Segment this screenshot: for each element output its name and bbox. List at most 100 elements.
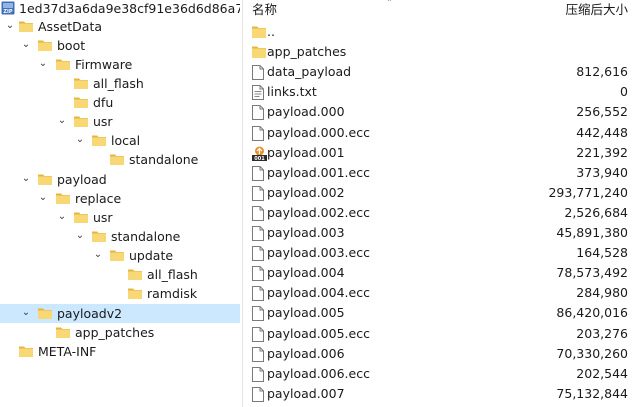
folder-icon bbox=[128, 287, 142, 299]
file-icon bbox=[252, 286, 266, 302]
file-name: payload.001 bbox=[267, 144, 345, 160]
tree-item-label: META-INF bbox=[38, 344, 97, 359]
file-row[interactable]: payload.002.ecc 2,526,684 bbox=[244, 203, 640, 223]
pane-divider[interactable] bbox=[242, 0, 243, 407]
tree-item-label: app_patches bbox=[75, 325, 155, 340]
folder-icon bbox=[74, 115, 88, 127]
tree-item-label: usr bbox=[93, 210, 113, 225]
tree-item-dfu[interactable]: dfu bbox=[0, 93, 240, 112]
file-name: payload.005 bbox=[267, 305, 345, 321]
folder-icon bbox=[74, 211, 88, 223]
tree-item-label: usr bbox=[93, 114, 113, 129]
file-icon bbox=[252, 185, 266, 201]
tree-item-app-patches[interactable]: app_patches bbox=[0, 323, 240, 342]
tree-item-meta-inf[interactable]: META-INF bbox=[0, 342, 240, 361]
file-name: payload.004.ecc bbox=[267, 285, 370, 301]
folder-icon bbox=[74, 96, 88, 108]
tree-item-update[interactable]: ⌄ update bbox=[0, 246, 240, 265]
chevron-down-icon[interactable]: ⌄ bbox=[20, 38, 32, 52]
file-icon bbox=[252, 105, 266, 121]
file-compressed-size: 256,552 bbox=[576, 104, 628, 120]
tree-item-payload[interactable]: ⌄ payload bbox=[0, 170, 240, 189]
tree-item-ramdisk[interactable]: ramdisk bbox=[0, 284, 240, 303]
file-compressed-size: 164,528 bbox=[576, 245, 628, 261]
tree-item-assetdata[interactable]: ⌄ AssetData bbox=[0, 17, 240, 36]
file-row[interactable]: payload.006 70,330,260 bbox=[244, 344, 640, 364]
file-row[interactable]: payload.004 78,573,492 bbox=[244, 263, 640, 283]
column-header-compressed-size[interactable]: 压缩后大小 bbox=[565, 0, 628, 19]
file-name: payload.004 bbox=[267, 265, 345, 281]
file-row[interactable]: payload.004.ecc 284,980 bbox=[244, 283, 640, 303]
column-header-name[interactable]: 名称 bbox=[252, 0, 277, 19]
tree-item-usr[interactable]: ⌄ usr bbox=[0, 112, 240, 131]
chevron-down-icon[interactable]: ⌄ bbox=[74, 133, 86, 147]
file-compressed-size: 0 bbox=[620, 84, 628, 100]
file-compressed-size: 2,526,684 bbox=[564, 204, 628, 220]
tree-item-all-flash[interactable]: all_flash bbox=[0, 74, 240, 93]
tree-item-usr[interactable]: ⌄ usr bbox=[0, 208, 240, 227]
file-row[interactable]: payload.003.ecc 164,528 bbox=[244, 243, 640, 263]
file-name: .. bbox=[267, 24, 275, 39]
file-compressed-size: 202,544 bbox=[576, 365, 628, 381]
folder-icon bbox=[74, 77, 88, 89]
file-name: payload.006.ecc bbox=[267, 365, 370, 381]
file-row[interactable]: payload.001.ecc 373,940 bbox=[244, 163, 640, 183]
chevron-down-icon[interactable]: ⌄ bbox=[56, 210, 68, 224]
tree-item-standalone[interactable]: standalone bbox=[0, 150, 240, 169]
file-row[interactable]: links.txt 0 bbox=[244, 82, 640, 102]
tree-item-payloadv2[interactable]: ⌄ payloadv2 bbox=[0, 304, 240, 323]
file-row[interactable]: payload.006.ecc 202,544 bbox=[244, 364, 640, 384]
tree-item-replace[interactable]: ⌄ replace bbox=[0, 189, 240, 208]
folder-icon bbox=[19, 20, 33, 32]
file-row[interactable]: payload.003 45,891,380 bbox=[244, 223, 640, 243]
chevron-down-icon[interactable]: ⌄ bbox=[20, 306, 32, 320]
file-row[interactable]: payload.000 256,552 bbox=[244, 102, 640, 122]
file-icon bbox=[252, 165, 266, 181]
file-row[interactable]: payload.000.ecc 442,448 bbox=[244, 123, 640, 143]
folder-icon bbox=[38, 173, 52, 185]
folder-icon bbox=[38, 307, 52, 319]
file-compressed-size: 203,276 bbox=[576, 325, 628, 341]
file-icon bbox=[252, 266, 266, 282]
tree-item-local[interactable]: ⌄ local bbox=[0, 131, 240, 150]
folder-icon bbox=[19, 345, 33, 357]
file-row[interactable]: payload.007 75,132,844 bbox=[244, 384, 640, 404]
file-compressed-size: 45,891,380 bbox=[556, 225, 628, 240]
tree-item-standalone[interactable]: ⌄ standalone bbox=[0, 227, 240, 246]
file-name: links.txt bbox=[267, 84, 317, 100]
folder-icon bbox=[252, 45, 266, 60]
file-row[interactable]: 001 payload.001 221,392 bbox=[244, 143, 640, 163]
chevron-down-icon[interactable]: ⌄ bbox=[92, 248, 104, 262]
tree-item-firmware[interactable]: ⌄ Firmware bbox=[0, 55, 240, 74]
folder-icon bbox=[110, 153, 124, 165]
file-compressed-size: 75,132,844 bbox=[556, 385, 628, 401]
file-name: payload.001.ecc bbox=[267, 164, 370, 180]
tree-item-boot[interactable]: ⌄ boot bbox=[0, 36, 240, 55]
file-row[interactable]: data_payload 812,616 bbox=[244, 62, 640, 82]
file-row[interactable]: .. bbox=[244, 22, 640, 42]
chevron-down-icon[interactable]: ⌄ bbox=[37, 57, 49, 71]
chevron-down-icon[interactable]: ⌄ bbox=[20, 172, 32, 186]
file-icon bbox=[252, 326, 266, 342]
file-row[interactable]: payload.002 293,771,240 bbox=[244, 183, 640, 203]
tree-item-all-flash[interactable]: all_flash bbox=[0, 265, 240, 284]
chevron-down-icon[interactable]: ⌄ bbox=[56, 114, 68, 128]
tree-item-label: replace bbox=[75, 191, 122, 206]
chevron-down-icon[interactable]: ⌄ bbox=[37, 191, 49, 205]
file-icon bbox=[252, 246, 266, 262]
svg-text:ZIP: ZIP bbox=[3, 9, 12, 15]
file-row[interactable]: payload.005.ecc 203,276 bbox=[244, 324, 640, 344]
folder-icon bbox=[110, 249, 124, 261]
chevron-down-icon[interactable]: ⌄ bbox=[4, 19, 16, 33]
file-row[interactable]: app_patches bbox=[244, 42, 640, 62]
file-name: payload.000 bbox=[267, 104, 345, 120]
disk-image-icon: 001 bbox=[252, 146, 267, 162]
tree-item-label: Firmware bbox=[75, 57, 133, 72]
file-name: payload.003.ecc bbox=[267, 245, 370, 261]
folder-tree: ZIP 1ed37d3a6da9e38cf91e36d6d86a75e79 ⌄ … bbox=[0, 0, 240, 407]
file-row[interactable]: payload.005 86,420,016 bbox=[244, 303, 640, 323]
file-compressed-size: 86,420,016 bbox=[556, 305, 628, 321]
file-name: payload.005.ecc bbox=[267, 325, 370, 341]
file-compressed-size: 78,573,492 bbox=[556, 265, 628, 281]
chevron-down-icon[interactable]: ⌄ bbox=[74, 229, 86, 243]
